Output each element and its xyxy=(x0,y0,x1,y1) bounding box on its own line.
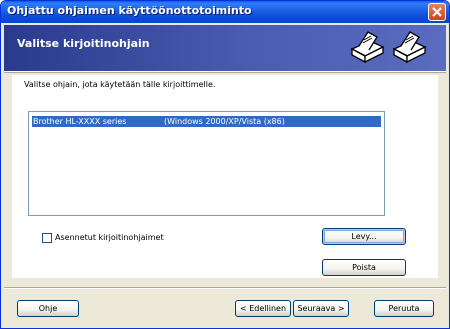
disk-button[interactable]: Levy... xyxy=(322,228,406,245)
window-title: Ohjattu ohjaimen käyttöönottotoiminto xyxy=(7,4,252,17)
help-button[interactable]: Ohje xyxy=(17,300,79,317)
installed-drivers-label: Asennetut kirjoitinohjaimet xyxy=(55,233,164,242)
installed-drivers-checkbox[interactable] xyxy=(42,233,52,243)
wizard-content: Valitse ohjain, jota käytetään tälle kir… xyxy=(12,75,438,278)
back-button[interactable]: < Edellinen xyxy=(235,300,291,317)
instruction-text: Valitse ohjain, jota käytetään tälle kir… xyxy=(24,80,216,89)
title-bar[interactable]: Ohjattu ohjaimen käyttöönottotoiminto xyxy=(1,1,449,23)
wizard-window: Ohjattu ohjaimen käyttöönottotoiminto Va… xyxy=(0,0,450,329)
remove-button[interactable]: Poista xyxy=(322,259,406,276)
list-item[interactable]: Brother HL-XXXX series (Windows 2000/XP/… xyxy=(32,116,381,127)
close-button[interactable] xyxy=(428,3,446,21)
footer-divider xyxy=(4,287,446,289)
next-button[interactable]: Seuraava > xyxy=(293,300,349,317)
banner-divider xyxy=(4,71,446,73)
cancel-button[interactable]: Peruuta xyxy=(374,300,434,317)
driver-name: Brother HL-XXXX series xyxy=(33,117,127,126)
printer-icon xyxy=(350,31,385,64)
printer-icon xyxy=(392,31,427,64)
wizard-banner: Valitse kirjoitinohjain xyxy=(4,25,446,71)
driver-list[interactable]: Brother HL-XXXX series (Windows 2000/XP/… xyxy=(28,111,385,216)
driver-platform: (Windows 2000/XP/Vista (x86) xyxy=(164,117,285,126)
banner-heading: Valitse kirjoitinohjain xyxy=(17,37,150,50)
close-icon xyxy=(432,7,442,17)
